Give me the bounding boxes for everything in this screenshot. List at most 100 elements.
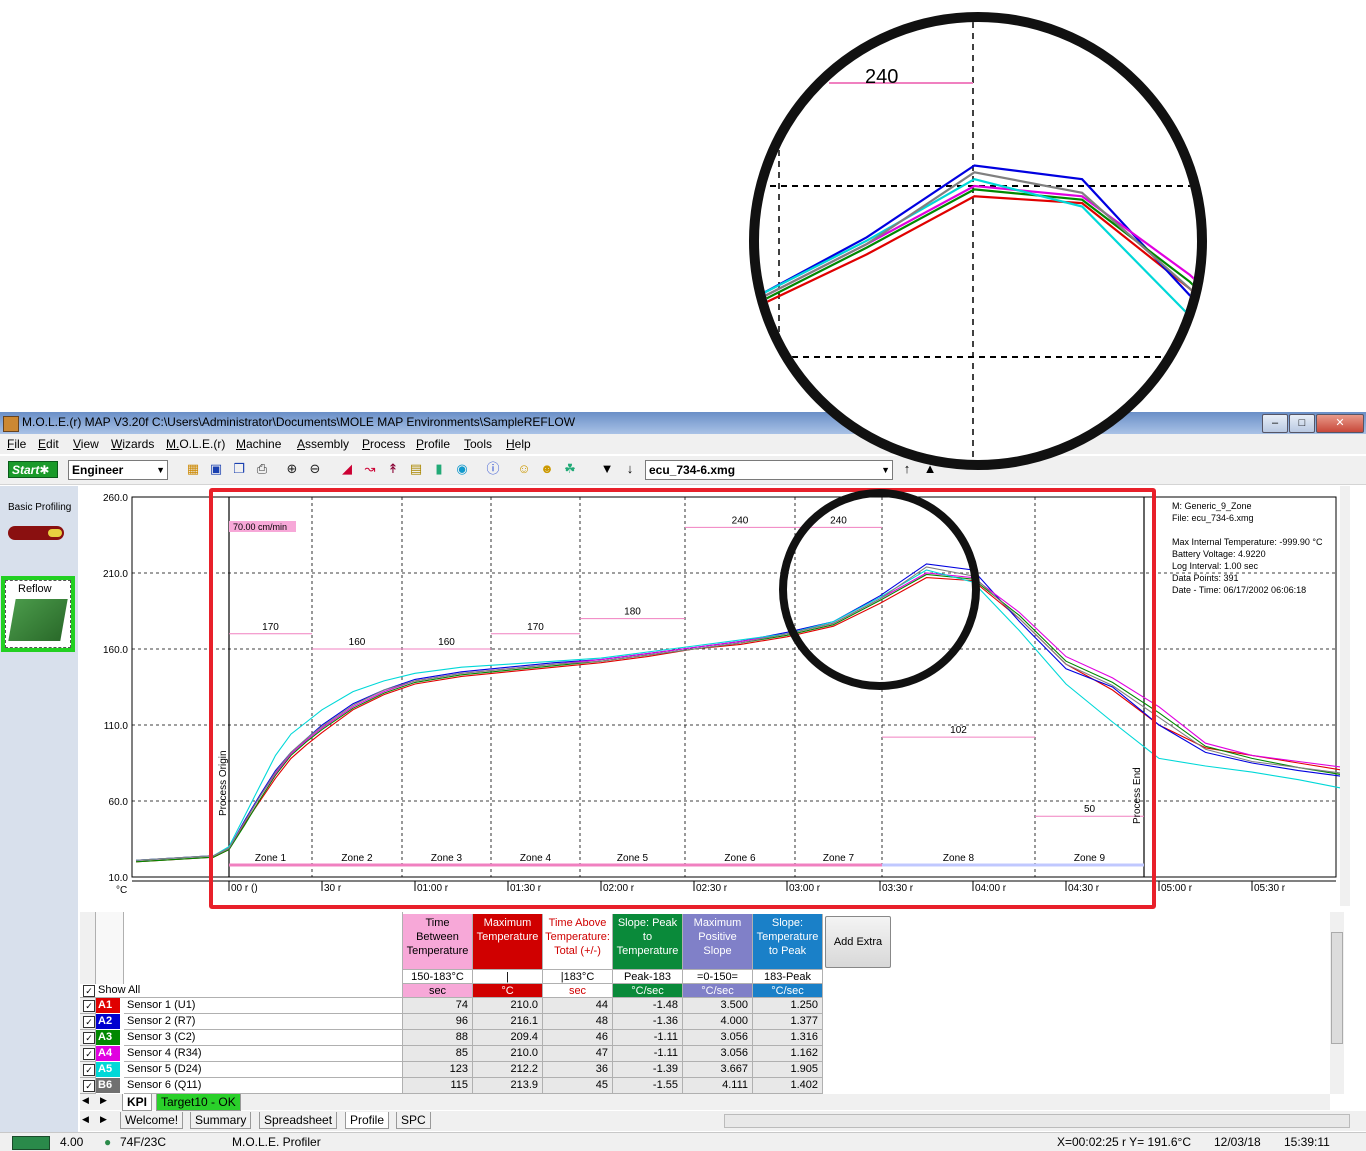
menu-assembly[interactable]: Assembly: [297, 437, 349, 451]
table-cell: 1.162: [753, 1046, 823, 1062]
column-header[interactable]: Slope: Peak to Temperature: [613, 914, 683, 970]
ruler-icon[interactable]: ◢: [340, 462, 354, 476]
sensor-checkbox[interactable]: ✓: [83, 1016, 95, 1028]
sensor-checkbox[interactable]: ✓: [83, 1032, 95, 1044]
start-button[interactable]: Start✱: [8, 461, 58, 478]
role-value: Engineer: [72, 463, 124, 477]
start-label: Start: [12, 463, 40, 477]
table-cell: 74: [403, 998, 473, 1014]
horizontal-scrollbar[interactable]: [724, 1114, 1350, 1128]
scroll-left-icon[interactable]: ◀: [82, 1114, 89, 1125]
show-all-checkbox[interactable]: ✓: [83, 985, 95, 997]
toolbar: Start✱ Engineer ▼ ▦ ▣ ❐ ⎙ ⊕ ⊖ ◢ ↝ ↟ ▤ ▮ …: [0, 456, 1366, 485]
tab-spc[interactable]: SPC: [396, 1112, 431, 1129]
sensor-checkbox[interactable]: ✓: [83, 1048, 95, 1060]
new-icon[interactable]: ▦: [186, 462, 200, 476]
tab-kpi[interactable]: KPI: [122, 1094, 153, 1111]
tab-welcome[interactable]: Welcome!: [120, 1112, 184, 1129]
sensor-tag: A3: [96, 1030, 120, 1045]
file-info: File: ecu_734-6.xmg: [1172, 513, 1254, 523]
tab-spreadsheet[interactable]: Spreadsheet: [259, 1112, 338, 1129]
probe-icon[interactable]: [8, 526, 64, 540]
help-icon[interactable]: ⓘ: [486, 462, 500, 476]
globe-icon[interactable]: ◉: [455, 462, 469, 476]
menu-process[interactable]: Process: [362, 437, 405, 451]
menu-file[interactable]: File: [7, 437, 26, 451]
file-select[interactable]: ecu_734-6.xmg ▼: [645, 460, 893, 480]
sensor-tag: A5: [96, 1062, 120, 1077]
column-range: |183°C: [543, 970, 613, 984]
tab-profile[interactable]: Profile: [345, 1112, 390, 1129]
y-tick-label: 210.0: [103, 569, 128, 580]
app-name: M.O.L.E. Profiler: [232, 1135, 321, 1149]
cursor-coords: X=00:02:25 r Y= 191.6°C: [1057, 1135, 1192, 1149]
chart-scrollbar[interactable]: [1340, 486, 1350, 906]
maximize-button[interactable]: □: [1289, 414, 1315, 433]
column-header[interactable]: Maximum Positive Slope: [683, 914, 753, 970]
sensor-tag: A4: [96, 1046, 120, 1061]
chef-icon[interactable]: ☘: [563, 462, 577, 476]
menu-edit[interactable]: Edit: [38, 437, 59, 451]
status-time: 15:39:11: [1284, 1135, 1330, 1149]
table-cell: -1.39: [613, 1062, 683, 1078]
table-scrollbar[interactable]: [1330, 912, 1344, 1094]
show-all-label: Show All: [98, 984, 141, 996]
thermometer-icon: ●: [104, 1135, 112, 1149]
sensor-checkbox[interactable]: ✓: [83, 1000, 95, 1012]
menu-profile[interactable]: Profile: [416, 437, 450, 451]
table-cell: -1.48: [613, 998, 683, 1014]
menu-machine[interactable]: Machine: [236, 437, 281, 451]
first-icon[interactable]: ▼: [600, 462, 614, 476]
column-header[interactable]: Time Above Temperature: Total (+/-): [543, 914, 613, 970]
scroll-right-icon[interactable]: ▶: [100, 1095, 107, 1106]
add-extra-button[interactable]: Add Extra: [825, 916, 891, 968]
name-column-header: [124, 912, 403, 986]
down-arrow-icon[interactable]: ↓: [623, 462, 637, 476]
table-cell: 1.316: [753, 1030, 823, 1046]
menu-help[interactable]: Help: [506, 437, 531, 451]
close-button[interactable]: ✕: [1316, 414, 1364, 433]
menu-wizards[interactable]: Wizards: [111, 437, 154, 451]
scale-icon[interactable]: ▤: [409, 462, 423, 476]
app-icon: [3, 416, 19, 432]
zoom-in-icon[interactable]: ⊕: [285, 462, 299, 476]
circuit-board-icon: [8, 599, 68, 641]
table-cell: 46: [543, 1030, 613, 1046]
tag-column-header: [96, 912, 124, 986]
menu-view[interactable]: View: [73, 437, 99, 451]
scroll-right-icon[interactable]: ▶: [100, 1114, 107, 1125]
menu-tools[interactable]: Tools: [464, 437, 492, 451]
column-header[interactable]: Slope: Temperature to Peak: [753, 914, 823, 970]
menu-mole[interactable]: M.O.L.E.(r): [166, 437, 225, 451]
copy-icon[interactable]: ❐: [232, 462, 246, 476]
inner-tab-strip: ◀ ▶ KPI Target10 - OK: [80, 1094, 1330, 1111]
role-select[interactable]: Engineer ▼: [68, 460, 168, 480]
slope-icon[interactable]: ↝: [363, 462, 377, 476]
column-range: |: [473, 970, 543, 984]
column-header[interactable]: Time Between Temperature: [403, 914, 473, 970]
chart-icon[interactable]: ↟: [386, 462, 400, 476]
column-unit: sec: [543, 984, 613, 998]
zoom-series-line: [759, 184, 1197, 301]
sensor-checkbox[interactable]: ✓: [83, 1064, 95, 1076]
scroll-left-icon[interactable]: ◀: [82, 1095, 89, 1106]
temperature-value: 74F/23C: [120, 1135, 167, 1149]
save-icon[interactable]: ▣: [209, 462, 223, 476]
table-cell: 44: [543, 998, 613, 1014]
person-icon[interactable]: ☺: [517, 462, 531, 476]
table-cell: 209.4: [473, 1030, 543, 1046]
log-interval-info: Log Interval: 1.00 sec: [1172, 561, 1259, 571]
zoom-out-icon[interactable]: ⊖: [308, 462, 322, 476]
column-header[interactable]: Maximum Temperature: [473, 914, 543, 970]
battery-icon[interactable]: ▮: [432, 462, 446, 476]
team-icon[interactable]: ☻: [540, 462, 554, 476]
print-icon[interactable]: ⎙: [255, 462, 269, 476]
tab-summary[interactable]: Summary: [190, 1112, 252, 1129]
minimize-button[interactable]: –: [1262, 414, 1288, 433]
sensor-name: Sensor 1 (U1): [124, 998, 403, 1014]
reflow-button[interactable]: Reflow: [1, 576, 75, 652]
sensor-checkbox[interactable]: ✓: [83, 1080, 95, 1092]
tab-target10[interactable]: Target10 - OK: [156, 1094, 241, 1111]
up-arrow-icon[interactable]: ↑: [900, 462, 914, 476]
y-tick-label: 10.0: [109, 873, 129, 884]
